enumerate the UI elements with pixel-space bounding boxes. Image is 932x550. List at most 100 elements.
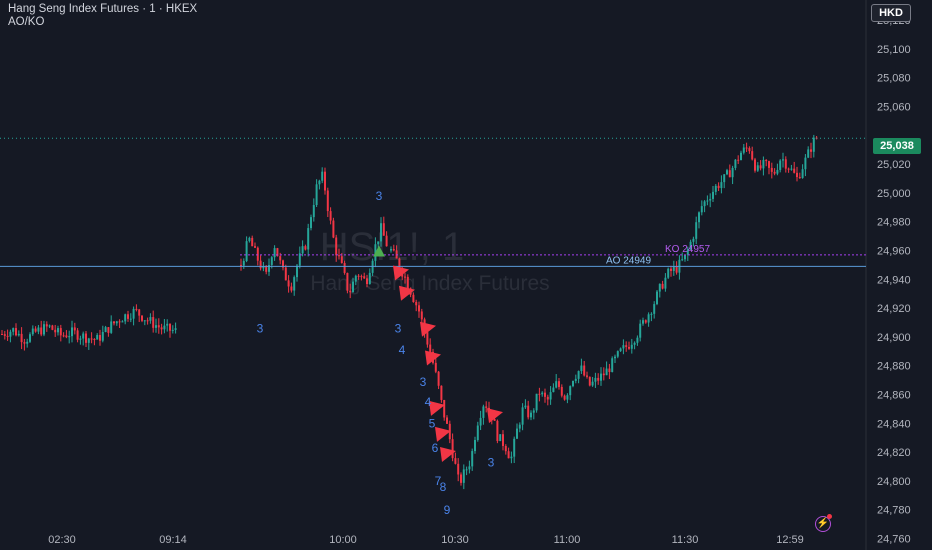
candle-body: [99, 335, 101, 341]
candle-body: [504, 445, 507, 452]
candle-body: [354, 275, 357, 282]
candle-body: [672, 266, 675, 271]
candle-body: [352, 281, 354, 293]
candle-body: [346, 272, 349, 291]
candle-body: [647, 314, 650, 323]
candle-body: [630, 344, 633, 349]
candle-body: [390, 249, 392, 251]
ao-level-label: AO 24949: [606, 255, 651, 266]
candle-body: [129, 318, 132, 320]
candle-body: [756, 165, 759, 171]
candle-body: [633, 342, 636, 345]
candle-body: [101, 331, 104, 341]
candle-body: [773, 171, 776, 174]
candle-body: [113, 321, 115, 324]
candle-body: [254, 246, 256, 248]
y-tick-label: 24,800: [877, 476, 911, 488]
sequence-count-label: 8: [440, 480, 447, 494]
candle-body: [513, 438, 516, 457]
candle-body: [692, 238, 695, 242]
candle-body: [457, 463, 460, 475]
candle-body: [577, 371, 580, 379]
candle-body: [465, 469, 468, 471]
candle-body: [608, 368, 611, 373]
candle-body: [104, 327, 107, 332]
candle-body: [335, 237, 338, 256]
candle-body: [793, 168, 796, 173]
candle-body: [602, 373, 605, 376]
candle-body: [152, 317, 155, 328]
candle-body: [279, 256, 282, 261]
candle-body: [318, 180, 321, 185]
last-price-label: 25,038: [873, 138, 921, 154]
candle-body: [141, 315, 143, 321]
candle-body: [597, 377, 600, 381]
currency-button[interactable]: HKD: [871, 4, 911, 22]
candle-body: [454, 458, 457, 464]
candle-body: [538, 393, 541, 395]
candle-body: [40, 327, 43, 335]
candle-body: [31, 328, 34, 335]
candle-body: [471, 451, 474, 467]
candle-body: [569, 386, 572, 396]
candle-body: [801, 169, 804, 178]
candle-body: [404, 276, 406, 278]
candle-body: [368, 272, 371, 284]
candle-body: [510, 456, 513, 459]
candle-body: [127, 314, 129, 319]
candle-body: [642, 320, 644, 324]
candle-body: [482, 406, 485, 418]
candle-body: [338, 255, 340, 257]
candle-body: [163, 325, 166, 330]
candle-body: [85, 333, 87, 343]
chart-title[interactable]: Hang Seng Index Futures · 1 · HKEX: [8, 3, 197, 15]
candle-body: [586, 375, 588, 377]
sequence-count-label: 6: [432, 441, 439, 455]
candle-body: [360, 276, 363, 278]
candle-body: [580, 365, 583, 372]
candle-body: [810, 149, 812, 152]
candle-body: [48, 325, 51, 327]
candle-body: [700, 206, 703, 213]
candle-body: [644, 320, 647, 323]
candle-body: [807, 149, 810, 158]
candle-body: [600, 373, 602, 381]
candle-body: [349, 290, 352, 293]
candle-body: [59, 328, 62, 336]
candle-body: [572, 380, 574, 387]
candle-body: [560, 386, 563, 396]
candle-body: [324, 171, 326, 191]
candle-body: [726, 170, 728, 175]
price-chart[interactable]: HSI1!, 1Hang Seng Index Futures24,76024,…: [0, 0, 932, 550]
indicator-legend[interactable]: AO/KO: [8, 16, 44, 28]
candle-body: [751, 151, 754, 160]
y-tick-label: 24,820: [877, 447, 911, 459]
candle-body: [776, 169, 779, 174]
sequence-count-label: 4: [399, 343, 406, 357]
candle-body: [745, 147, 748, 149]
candle-body: [695, 222, 698, 239]
candle-body: [68, 336, 71, 338]
candle-body: [329, 211, 332, 221]
candle-body: [768, 161, 770, 168]
candle-body: [65, 335, 68, 338]
candle-body: [93, 338, 96, 340]
candle-body: [284, 267, 287, 281]
candle-body: [357, 275, 360, 277]
candle-body: [535, 393, 538, 411]
candle-body: [740, 152, 742, 161]
candle-body: [656, 291, 658, 305]
candle-body: [549, 392, 552, 400]
candle-body: [594, 377, 597, 382]
candle-body: [675, 266, 678, 273]
y-tick-label: 24,760: [877, 533, 911, 545]
candle-body: [440, 385, 443, 400]
sequence-count-label: 3: [395, 322, 402, 336]
candle-body: [82, 333, 85, 339]
sell-signal-marker: [435, 426, 451, 442]
candle-body: [54, 329, 57, 333]
candle-body: [143, 320, 146, 322]
candle-body: [160, 327, 163, 330]
candle-body: [242, 261, 245, 266]
candle-body: [240, 264, 242, 266]
